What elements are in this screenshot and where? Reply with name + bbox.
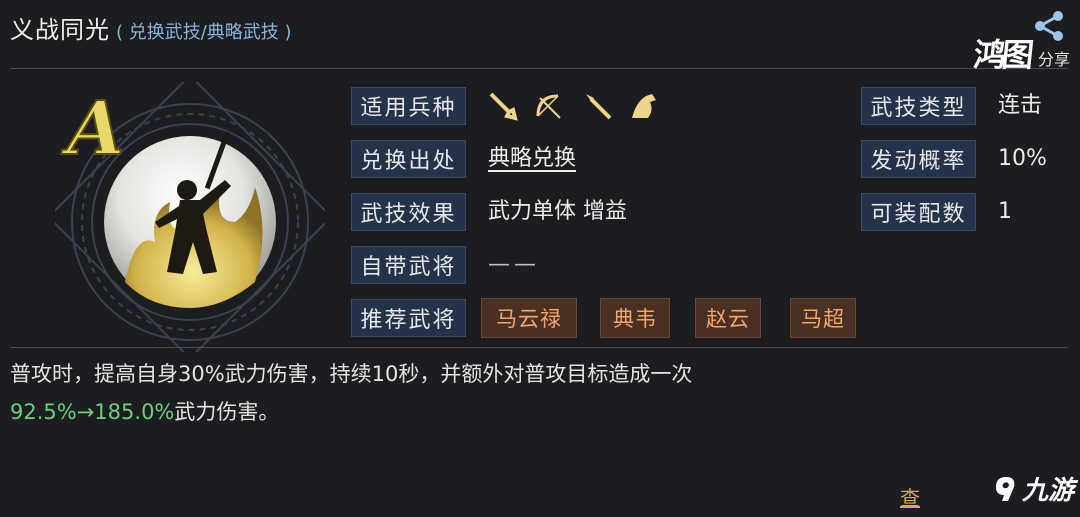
share-label[interactable]: 分享 bbox=[1038, 46, 1070, 70]
jiuyou-icon bbox=[995, 476, 1015, 501]
damage-range: 92.5%→185.0% bbox=[10, 400, 175, 424]
label-unit-type: 适用兵种 bbox=[351, 87, 466, 125]
skill-grade: A bbox=[61, 86, 124, 172]
skill-category: ( 兑换武技/典略武技 ) bbox=[116, 22, 292, 43]
horse-icon bbox=[632, 94, 656, 118]
skill-title: 义战同光 bbox=[10, 16, 110, 44]
jiuyou-text: 九游 bbox=[1021, 476, 1074, 506]
hero-tag-dian-wei[interactable]: 典韦 bbox=[600, 298, 670, 338]
trigger-rate-value: 10% bbox=[998, 146, 1047, 171]
view-more-link[interactable]: 查 bbox=[900, 482, 920, 511]
source-link[interactable]: 典略兑换 bbox=[488, 140, 576, 178]
description-line-1: 普攻时，提高自身30%武力伤害，持续10秒，并额外对普攻目标造成一次 bbox=[10, 362, 693, 386]
bow-icon bbox=[536, 94, 561, 119]
effect-value: 武力单体 增益 bbox=[488, 199, 627, 224]
jiuyou-logo: 九游 bbox=[992, 470, 1074, 507]
label-source: 兑换出处 bbox=[351, 140, 466, 178]
label-recommended: 推荐武将 bbox=[351, 299, 466, 337]
title-row: 义战同光 ( 兑换武技/典略武技 ) bbox=[10, 10, 292, 45]
label-own-general: 自带武将 bbox=[351, 246, 466, 284]
equip-count-value: 1 bbox=[998, 199, 1012, 224]
share-icon[interactable] bbox=[1032, 10, 1066, 42]
description-tail: 武力伤害。 bbox=[174, 400, 280, 424]
spear-icon bbox=[586, 94, 612, 120]
label-skill-type: 武技类型 bbox=[861, 87, 976, 125]
description-line-2: 92.5%→185.0%武力伤害。 bbox=[10, 393, 910, 431]
skill-type-value: 连击 bbox=[998, 93, 1043, 118]
own-general-value: —— bbox=[488, 252, 540, 277]
header-divider bbox=[10, 68, 1068, 69]
hero-tag-ma-yunlu[interactable]: 马云禄 bbox=[481, 298, 577, 338]
content-divider bbox=[10, 347, 1068, 348]
skill-emblem: A bbox=[55, 82, 325, 352]
skill-description: 普攻时，提高自身30%武力伤害，持续10秒，并额外对普攻目标造成一次 92.5%… bbox=[10, 355, 910, 431]
sword-icon bbox=[489, 92, 518, 121]
hero-tag-zhao-yun[interactable]: 赵云 bbox=[695, 298, 761, 338]
label-effect: 武技效果 bbox=[351, 193, 466, 231]
label-equip-count: 可装配数 bbox=[861, 193, 976, 231]
label-trigger-rate: 发动概率 bbox=[861, 140, 976, 178]
skill-detail-card: 义战同光 ( 兑换武技/典略武技 ) 鸿图 分享 A 适用兵种 兑换出处 典略兑… bbox=[0, 0, 1080, 517]
hero-tag-ma-chao[interactable]: 马超 bbox=[790, 298, 856, 338]
brand-watermark: 鸿图 bbox=[971, 36, 1032, 74]
